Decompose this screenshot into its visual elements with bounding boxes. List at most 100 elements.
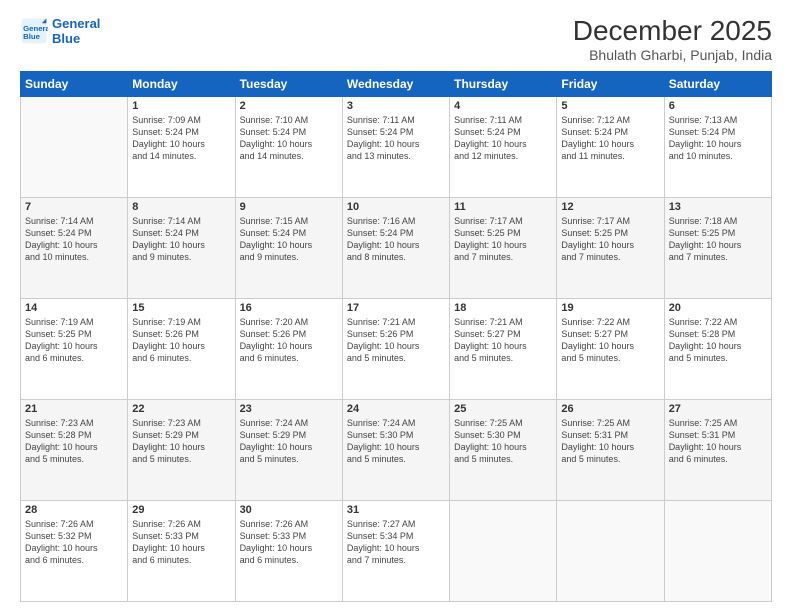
calendar-cell: 21 Sunrise: 7:23 AMSunset: 5:28 PMDayligh… bbox=[21, 399, 128, 500]
logo: General Blue General Blue bbox=[20, 16, 100, 46]
calendar-cell: 14 Sunrise: 7:19 AMSunset: 5:25 PMDayligh… bbox=[21, 298, 128, 399]
calendar-cell: 5 Sunrise: 7:12 AMSunset: 5:24 PMDaylight… bbox=[557, 96, 664, 197]
col-header-wednesday: Wednesday bbox=[342, 71, 449, 96]
col-header-sunday: Sunday bbox=[21, 71, 128, 96]
main-title: December 2025 bbox=[573, 16, 772, 47]
col-header-saturday: Saturday bbox=[664, 71, 771, 96]
day-number: 11 bbox=[454, 201, 552, 213]
day-info: Sunrise: 7:10 AMSunset: 5:24 PMDaylight:… bbox=[240, 114, 338, 163]
day-number: 21 bbox=[25, 403, 123, 415]
day-number: 12 bbox=[561, 201, 659, 213]
calendar-cell: 4 Sunrise: 7:11 AMSunset: 5:24 PMDaylight… bbox=[450, 96, 557, 197]
day-number: 20 bbox=[669, 302, 767, 314]
day-info: Sunrise: 7:12 AMSunset: 5:24 PMDaylight:… bbox=[561, 114, 659, 163]
day-number: 17 bbox=[347, 302, 445, 314]
calendar-cell: 9 Sunrise: 7:15 AMSunset: 5:24 PMDaylight… bbox=[235, 197, 342, 298]
day-number: 14 bbox=[25, 302, 123, 314]
day-info: Sunrise: 7:21 AMSunset: 5:26 PMDaylight:… bbox=[347, 316, 445, 365]
day-info: Sunrise: 7:14 AMSunset: 5:24 PMDaylight:… bbox=[25, 215, 123, 264]
calendar-cell bbox=[664, 500, 771, 601]
day-info: Sunrise: 7:19 AMSunset: 5:25 PMDaylight:… bbox=[25, 316, 123, 365]
calendar-cell: 28 Sunrise: 7:26 AMSunset: 5:32 PMDayligh… bbox=[21, 500, 128, 601]
day-info: Sunrise: 7:18 AMSunset: 5:25 PMDaylight:… bbox=[669, 215, 767, 264]
day-number: 3 bbox=[347, 100, 445, 112]
day-info: Sunrise: 7:20 AMSunset: 5:26 PMDaylight:… bbox=[240, 316, 338, 365]
day-number: 24 bbox=[347, 403, 445, 415]
calendar-cell: 19Sunrise: 7:22 AMSunset: 5:27 PMDayligh… bbox=[557, 298, 664, 399]
calendar-cell: 29 Sunrise: 7:26 AMSunset: 5:33 PMDayligh… bbox=[128, 500, 235, 601]
week-row-4: 21 Sunrise: 7:23 AMSunset: 5:28 PMDayligh… bbox=[21, 399, 772, 500]
day-info: Sunrise: 7:13 AMSunset: 5:24 PMDaylight:… bbox=[669, 114, 767, 163]
day-number: 26 bbox=[561, 403, 659, 415]
col-header-thursday: Thursday bbox=[450, 71, 557, 96]
day-number: 5 bbox=[561, 100, 659, 112]
day-info: Sunrise: 7:19 AMSunset: 5:26 PMDaylight:… bbox=[132, 316, 230, 365]
day-number: 15 bbox=[132, 302, 230, 314]
week-row-2: 7 Sunrise: 7:14 AMSunset: 5:24 PMDaylight… bbox=[21, 197, 772, 298]
calendar-cell: 13 Sunrise: 7:18 AMSunset: 5:25 PMDayligh… bbox=[664, 197, 771, 298]
day-info: Sunrise: 7:22 AMSunset: 5:27 PMDaylight:… bbox=[561, 316, 659, 365]
calendar-table: SundayMondayTuesdayWednesdayThursdayFrid… bbox=[20, 71, 772, 602]
logo-general: General bbox=[52, 16, 100, 31]
day-info: Sunrise: 7:27 AMSunset: 5:34 PMDaylight:… bbox=[347, 518, 445, 567]
day-info: Sunrise: 7:17 AMSunset: 5:25 PMDaylight:… bbox=[561, 215, 659, 264]
day-info: Sunrise: 7:25 AMSunset: 5:30 PMDaylight:… bbox=[454, 417, 552, 466]
day-info: Sunrise: 7:23 AMSunset: 5:28 PMDaylight:… bbox=[25, 417, 123, 466]
header: General Blue General Blue December 2025 … bbox=[20, 16, 772, 63]
col-header-tuesday: Tuesday bbox=[235, 71, 342, 96]
day-info: Sunrise: 7:11 AMSunset: 5:24 PMDaylight:… bbox=[347, 114, 445, 163]
day-info: Sunrise: 7:21 AMSunset: 5:27 PMDaylight:… bbox=[454, 316, 552, 365]
week-row-1: 1Sunrise: 7:09 AMSunset: 5:24 PMDaylight… bbox=[21, 96, 772, 197]
day-number: 28 bbox=[25, 504, 123, 516]
calendar-cell: 18 Sunrise: 7:21 AMSunset: 5:27 PMDayligh… bbox=[450, 298, 557, 399]
day-info: Sunrise: 7:22 AMSunset: 5:28 PMDaylight:… bbox=[669, 316, 767, 365]
calendar-cell: 16 Sunrise: 7:20 AMSunset: 5:26 PMDayligh… bbox=[235, 298, 342, 399]
day-number: 30 bbox=[240, 504, 338, 516]
title-block: December 2025 Bhulath Gharbi, Punjab, In… bbox=[573, 16, 772, 63]
day-info: Sunrise: 7:23 AMSunset: 5:29 PMDaylight:… bbox=[132, 417, 230, 466]
day-info: Sunrise: 7:09 AMSunset: 5:24 PMDaylight:… bbox=[132, 114, 230, 163]
day-number: 9 bbox=[240, 201, 338, 213]
day-number: 25 bbox=[454, 403, 552, 415]
day-info: Sunrise: 7:16 AMSunset: 5:24 PMDaylight:… bbox=[347, 215, 445, 264]
day-number: 23 bbox=[240, 403, 338, 415]
day-number: 4 bbox=[454, 100, 552, 112]
page: General Blue General Blue December 2025 … bbox=[0, 0, 792, 612]
calendar-cell: 10 Sunrise: 7:16 AMSunset: 5:24 PMDayligh… bbox=[342, 197, 449, 298]
calendar-cell: 3 Sunrise: 7:11 AMSunset: 5:24 PMDaylight… bbox=[342, 96, 449, 197]
day-number: 18 bbox=[454, 302, 552, 314]
calendar-cell: 23 Sunrise: 7:24 AMSunset: 5:29 PMDayligh… bbox=[235, 399, 342, 500]
calendar-cell bbox=[21, 96, 128, 197]
calendar-cell: 24 Sunrise: 7:24 AMSunset: 5:30 PMDayligh… bbox=[342, 399, 449, 500]
day-number: 22 bbox=[132, 403, 230, 415]
day-number: 31 bbox=[347, 504, 445, 516]
day-info: Sunrise: 7:24 AMSunset: 5:29 PMDaylight:… bbox=[240, 417, 338, 466]
calendar-cell: 25 Sunrise: 7:25 AMSunset: 5:30 PMDayligh… bbox=[450, 399, 557, 500]
day-info: Sunrise: 7:11 AMSunset: 5:24 PMDaylight:… bbox=[454, 114, 552, 163]
week-row-3: 14 Sunrise: 7:19 AMSunset: 5:25 PMDayligh… bbox=[21, 298, 772, 399]
day-number: 29 bbox=[132, 504, 230, 516]
week-row-5: 28 Sunrise: 7:26 AMSunset: 5:32 PMDayligh… bbox=[21, 500, 772, 601]
day-number: 13 bbox=[669, 201, 767, 213]
logo-icon: General Blue bbox=[20, 17, 48, 45]
calendar-cell: 22 Sunrise: 7:23 AMSunset: 5:29 PMDayligh… bbox=[128, 399, 235, 500]
day-number: 6 bbox=[669, 100, 767, 112]
calendar-cell: 8Sunrise: 7:14 AMSunset: 5:24 PMDaylight… bbox=[128, 197, 235, 298]
day-number: 2 bbox=[240, 100, 338, 112]
calendar-body: 1Sunrise: 7:09 AMSunset: 5:24 PMDaylight… bbox=[21, 96, 772, 601]
col-header-friday: Friday bbox=[557, 71, 664, 96]
day-number: 10 bbox=[347, 201, 445, 213]
calendar-cell: 20 Sunrise: 7:22 AMSunset: 5:28 PMDayligh… bbox=[664, 298, 771, 399]
day-info: Sunrise: 7:15 AMSunset: 5:24 PMDaylight:… bbox=[240, 215, 338, 264]
svg-text:Blue: Blue bbox=[23, 32, 41, 41]
calendar-cell: 12 Sunrise: 7:17 AMSunset: 5:25 PMDayligh… bbox=[557, 197, 664, 298]
day-info: Sunrise: 7:24 AMSunset: 5:30 PMDaylight:… bbox=[347, 417, 445, 466]
calendar-cell: 17 Sunrise: 7:21 AMSunset: 5:26 PMDayligh… bbox=[342, 298, 449, 399]
day-info: Sunrise: 7:25 AMSunset: 5:31 PMDaylight:… bbox=[561, 417, 659, 466]
day-number: 16 bbox=[240, 302, 338, 314]
day-info: Sunrise: 7:26 AMSunset: 5:33 PMDaylight:… bbox=[132, 518, 230, 567]
day-info: Sunrise: 7:26 AMSunset: 5:32 PMDaylight:… bbox=[25, 518, 123, 567]
day-number: 7 bbox=[25, 201, 123, 213]
calendar-header-row: SundayMondayTuesdayWednesdayThursdayFrid… bbox=[21, 71, 772, 96]
day-info: Sunrise: 7:17 AMSunset: 5:25 PMDaylight:… bbox=[454, 215, 552, 264]
